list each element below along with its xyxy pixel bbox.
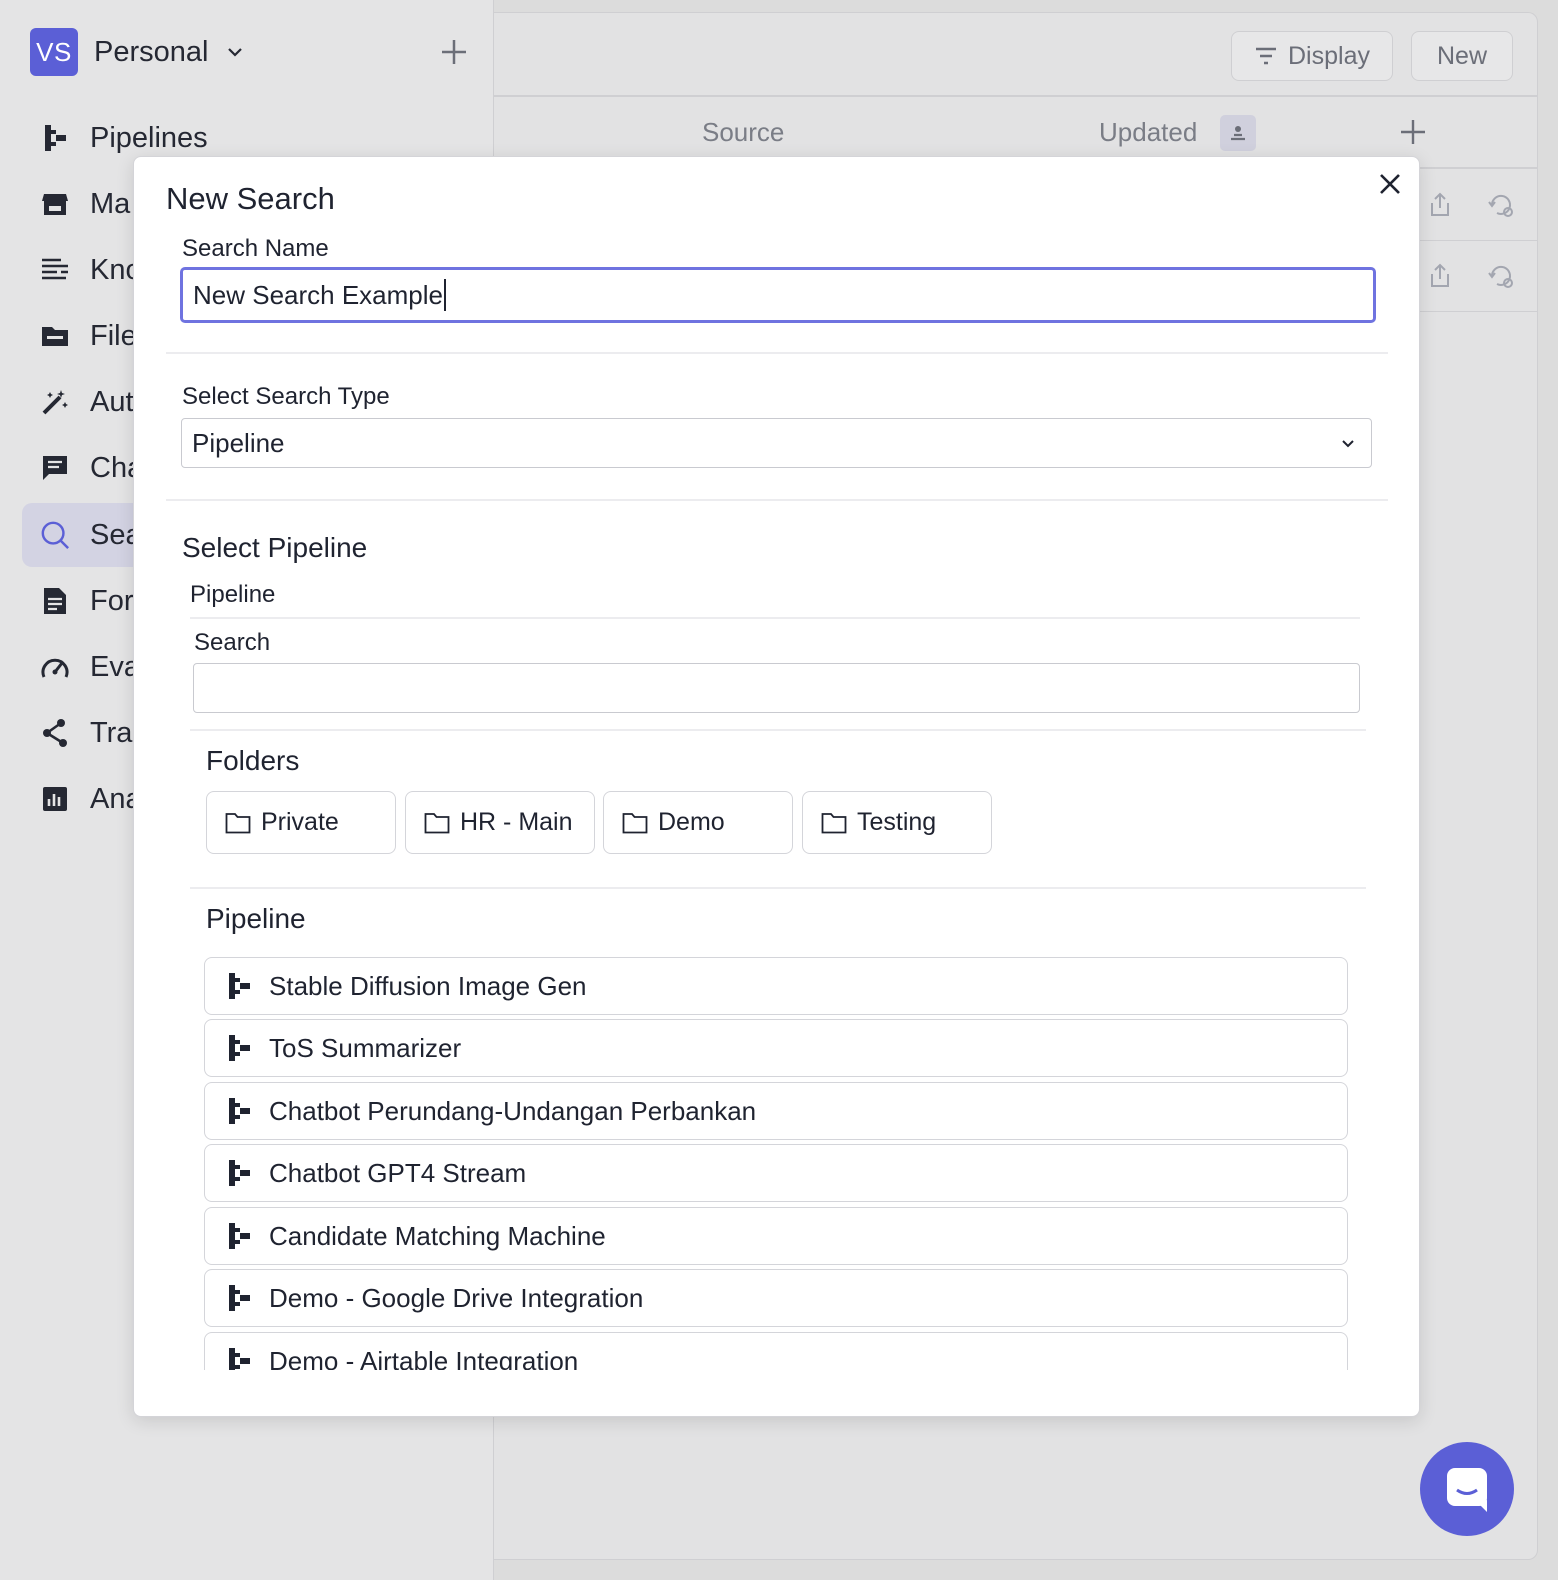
pipeline-item-label: Candidate Matching Machine (269, 1220, 606, 1251)
history-settings-icon[interactable] (1487, 262, 1515, 290)
folder-icon (225, 812, 251, 833)
sidebar-item-label: For (90, 584, 134, 617)
folder-label: Private (261, 808, 339, 836)
pipeline-icon (229, 973, 250, 999)
sort-icon[interactable] (1220, 115, 1256, 151)
select-pipeline-heading: Select Pipeline (182, 532, 368, 563)
search-name-value: New Search Example (193, 279, 443, 310)
pipeline-item-label: Demo - Airtable Integration (269, 1345, 579, 1371)
pipeline-item[interactable]: ToS Summarizer (204, 1019, 1348, 1077)
pipeline-list: Stable Diffusion Image Gen ToS Summarize… (204, 957, 1350, 1370)
divider (190, 887, 1366, 889)
search-icon (40, 520, 70, 550)
display-button[interactable]: Display (1231, 31, 1393, 81)
folder-hr-main[interactable]: HR - Main (405, 791, 595, 854)
pipeline-item[interactable]: Demo - Google Drive Integration (204, 1269, 1348, 1327)
chevron-down-icon (228, 48, 243, 57)
folder-icon (424, 812, 450, 833)
divider (166, 499, 1388, 501)
share-icon (40, 718, 70, 748)
search-label: Search (194, 629, 271, 656)
folders-heading: Folders (206, 745, 300, 776)
pipeline-search-input[interactable] (193, 663, 1360, 713)
folder-label: HR - Main (460, 808, 573, 836)
analytics-icon (40, 784, 70, 814)
pipeline-icon (229, 1035, 250, 1061)
workspace-name: Personal (94, 35, 209, 68)
search-type-select[interactable]: Pipeline (181, 418, 1372, 468)
pipeline-item-label: Chatbot GPT4 Stream (269, 1157, 527, 1188)
magic-wand-icon (40, 387, 70, 417)
pipeline-item[interactable]: Candidate Matching Machine (204, 1207, 1348, 1265)
search-type-value: Pipeline (192, 427, 285, 458)
folder-icon (40, 321, 70, 351)
pipeline-item[interactable]: Demo - Airtable Integration (204, 1332, 1348, 1370)
search-type-label: Select Search Type (182, 383, 390, 410)
pipeline-heading: Pipeline (206, 903, 306, 934)
chat-icon (40, 453, 70, 483)
folder-testing[interactable]: Testing (802, 791, 992, 854)
pipeline-item-label: Stable Diffusion Image Gen (269, 970, 587, 1001)
pipeline-item-label: ToS Summarizer (269, 1032, 462, 1063)
store-icon (40, 189, 70, 219)
share-icon[interactable] (1426, 191, 1454, 219)
display-button-label: Display (1288, 41, 1370, 70)
sidebar-item-label: File (90, 319, 137, 352)
folder-label: Testing (857, 808, 937, 836)
gauge-icon (40, 652, 70, 682)
sidebar-item-label: Ma (90, 187, 131, 220)
search-name-label: Search Name (182, 235, 329, 262)
chevron-down-icon (1342, 440, 1354, 448)
text-caret (444, 279, 446, 311)
workspace-switcher[interactable]: VS Personal (30, 28, 470, 76)
pipeline-item-label: Demo - Google Drive Integration (269, 1282, 644, 1313)
pipeline-icon (40, 123, 70, 153)
close-icon[interactable] (1375, 169, 1405, 199)
divider (166, 352, 1388, 354)
new-button-label: New (1436, 41, 1487, 70)
pipeline-item[interactable]: Chatbot GPT4 Stream (204, 1144, 1348, 1202)
pipeline-icon (229, 1160, 250, 1186)
toolbar: Display New (494, 13, 1537, 97)
chat-support-button[interactable] (1420, 1442, 1514, 1536)
divider (190, 729, 1366, 731)
pipeline-item-label: Chatbot Perundang-Undangan Perbankan (269, 1095, 757, 1126)
share-icon[interactable] (1426, 262, 1454, 290)
pipeline-icon (229, 1223, 250, 1249)
filter-icon (1256, 47, 1276, 65)
column-header-updated[interactable]: Updated (1099, 117, 1197, 148)
chat-bubble-icon (1447, 1468, 1487, 1512)
add-workspace-icon[interactable] (438, 36, 470, 68)
form-icon (40, 586, 70, 616)
divider (190, 617, 1360, 619)
tab-pipeline[interactable]: Pipeline (190, 581, 275, 609)
pipeline-item[interactable]: Chatbot Perundang-Undangan Perbankan (204, 1082, 1348, 1140)
history-settings-icon[interactable] (1487, 191, 1515, 219)
sidebar-item-label: Tra (90, 716, 133, 749)
folder-icon (821, 812, 847, 833)
add-column-icon[interactable] (1398, 117, 1428, 147)
new-search-dialog: New Search Search Name New Search Exampl… (133, 156, 1420, 1417)
folder-private[interactable]: Private (206, 791, 396, 854)
sidebar-item-label: Pipelines (90, 121, 208, 154)
folder-icon (622, 812, 648, 833)
knowledge-icon (40, 255, 70, 285)
folder-label: Demo (658, 808, 725, 836)
new-button[interactable]: New (1411, 31, 1513, 81)
pipeline-icon (229, 1285, 250, 1311)
workspace-avatar: VS (30, 28, 78, 76)
pipeline-item[interactable]: Stable Diffusion Image Gen (204, 957, 1348, 1015)
dialog-title: New Search (166, 181, 335, 216)
folder-demo[interactable]: Demo (603, 791, 793, 854)
column-header-source[interactable]: Source (702, 117, 784, 148)
sidebar-item-label: Aut (90, 385, 134, 418)
pipeline-icon (229, 1098, 250, 1124)
pipeline-icon (229, 1348, 250, 1370)
search-name-input[interactable]: New Search Example (180, 267, 1376, 323)
